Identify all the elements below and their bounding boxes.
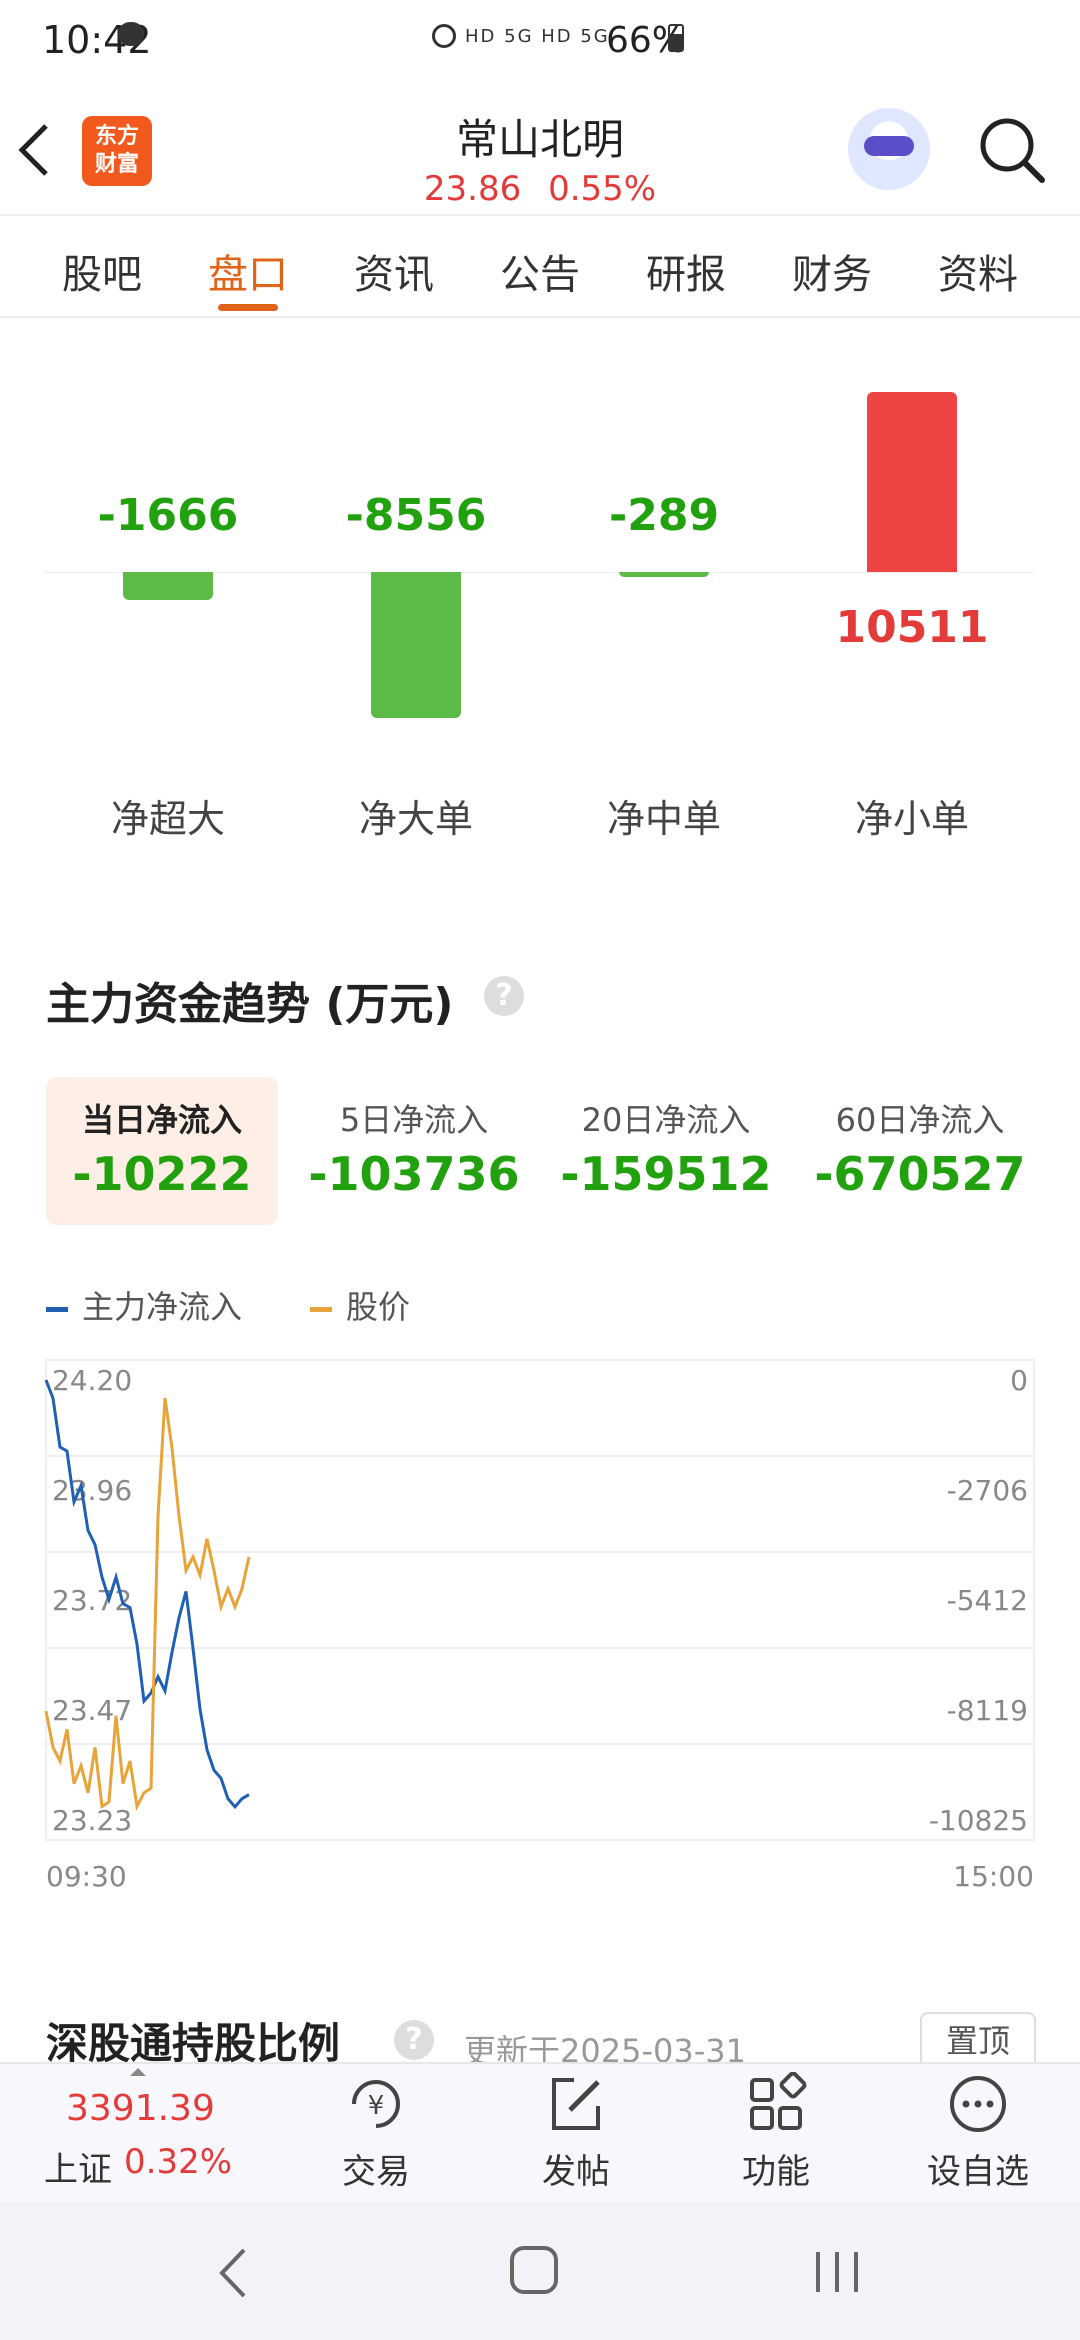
right-tick-label: -10825 (929, 1804, 1028, 1837)
flow-bar (867, 392, 957, 572)
index-change: 0.32% (124, 2142, 233, 2182)
period-value: -103736 (308, 1147, 520, 1201)
right-tick-label: 0 (1010, 1364, 1028, 1397)
chart-frame (45, 1359, 1035, 1841)
system-nav-bar (0, 2202, 1080, 2340)
nav-functions[interactable]: 功能 (706, 2071, 846, 2193)
period-5d-card[interactable]: 5日净流入 -103736 (298, 1077, 530, 1225)
nav-label: 设自选 (927, 2152, 1029, 2192)
period-label: 20日净流入 (581, 1101, 751, 1139)
expand-icon (130, 2068, 146, 2076)
message-icon (118, 22, 144, 46)
flow-value: 10511 (835, 602, 989, 653)
more-icon (950, 2076, 1006, 2132)
tab-finance[interactable]: 财务 (792, 242, 872, 300)
index-ticker[interactable]: 3391.39 上证 0.32% (0, 2064, 270, 2204)
flow-label: 净大单 (358, 797, 474, 841)
legend-price: 股价 (310, 1282, 410, 1328)
x-start-label: 09:30 (46, 1860, 127, 1893)
tab-bar: 股吧 盘口 资讯 公告 研报 财务 资料 (0, 218, 1080, 318)
x-end-label: 15:00 (953, 1860, 1034, 1893)
period-label: 5日净流入 (339, 1101, 489, 1139)
period-label: 60日净流入 (835, 1101, 1005, 1139)
flow-bar (619, 572, 709, 577)
stock-price: 23.86 (423, 169, 522, 209)
flow-label: 净超大 (110, 797, 226, 841)
flow-label: 净中单 (606, 797, 722, 841)
tab-profile[interactable]: 资料 (938, 242, 1018, 300)
nav-label: 交易 (342, 2152, 410, 2192)
nav-watchlist[interactable]: 设自选 (908, 2072, 1048, 2193)
flow-bar (123, 572, 213, 601)
nav-trade[interactable]: ¥ 交易 (306, 2072, 446, 2193)
battery-icon (668, 24, 684, 52)
sys-recents-icon[interactable] (812, 2250, 862, 2294)
right-tick-label: -2706 (947, 1474, 1028, 1507)
period-value: -10222 (72, 1147, 252, 1201)
status-bar: 10:42 HD 5G HD 5G 66% (0, 0, 1080, 100)
stock-change: 0.55% (548, 169, 657, 209)
bottom-nav: 3391.39 上证 0.32% ¥ 交易 发帖 功能 设自选 (0, 2062, 1080, 2202)
left-tick-label: 23.96 (52, 1474, 132, 1507)
period-60d-card[interactable]: 60日净流入 -670527 (804, 1077, 1036, 1225)
svg-text:¥: ¥ (368, 2091, 385, 2121)
stock-header: 东方 财富 常山北明 23.86 0.55% (0, 100, 1080, 216)
network-indicators: HD 5G HD 5G (465, 26, 610, 47)
tab-research[interactable]: 研报 (646, 242, 726, 300)
period-20d-card[interactable]: 20日净流入 -159512 (550, 1077, 782, 1225)
nav-label: 发帖 (542, 2152, 610, 2192)
flow-value: -8556 (345, 490, 487, 541)
index-name: 上证 (44, 2150, 112, 2190)
grid-icon (750, 2071, 807, 2130)
period-value: -159512 (560, 1147, 772, 1201)
tab-news[interactable]: 资讯 (354, 242, 434, 300)
hk-help-icon[interactable]: ? (394, 2020, 434, 2060)
period-label: 当日净流入 (81, 1101, 242, 1139)
help-icon[interactable]: ? (484, 976, 524, 1016)
nav-label: 功能 (742, 2152, 810, 2192)
period-today-card[interactable]: 当日净流入 -10222 (46, 1077, 278, 1225)
legend-main: 主力净流入 (46, 1282, 242, 1328)
flow-bar (371, 572, 461, 719)
left-tick-label: 23.47 (52, 1694, 132, 1727)
left-tick-label: 24.20 (52, 1364, 132, 1397)
flow-value: -289 (608, 490, 720, 541)
ai-assistant-avatar[interactable] (848, 108, 930, 190)
trend-chart: 24.2023.9623.7223.4723.230-2706-5412-811… (44, 1359, 1035, 1893)
tab-announcements[interactable]: 公告 (500, 242, 580, 300)
period-value: -670527 (814, 1147, 1026, 1201)
tab-pankou[interactable]: 盘口 (208, 242, 288, 300)
edit-icon (552, 2078, 600, 2130)
active-tab-underline (218, 304, 278, 311)
sys-back-icon[interactable] (214, 2246, 254, 2300)
net-flow-section: -1666 净超大 -8556 净大单 -289 净中单 10511 净小单 (0, 320, 1080, 880)
trend-title: 主力资金趋势 (万元) (46, 979, 454, 1030)
alarm-icon (432, 24, 456, 48)
tab-guba[interactable]: 股吧 (62, 242, 142, 300)
right-tick-label: -5412 (947, 1584, 1028, 1617)
right-tick-label: -8119 (947, 1694, 1028, 1727)
index-value: 3391.39 (66, 2088, 215, 2129)
nav-post[interactable]: 发帖 (506, 2072, 646, 2193)
flow-label: 净小单 (854, 797, 970, 841)
sys-home-icon[interactable] (510, 2246, 558, 2294)
trade-icon: ¥ (352, 2080, 400, 2128)
left-tick-label: 23.23 (52, 1804, 132, 1837)
search-icon[interactable] (974, 112, 1050, 188)
flow-value: -1666 (97, 490, 239, 541)
